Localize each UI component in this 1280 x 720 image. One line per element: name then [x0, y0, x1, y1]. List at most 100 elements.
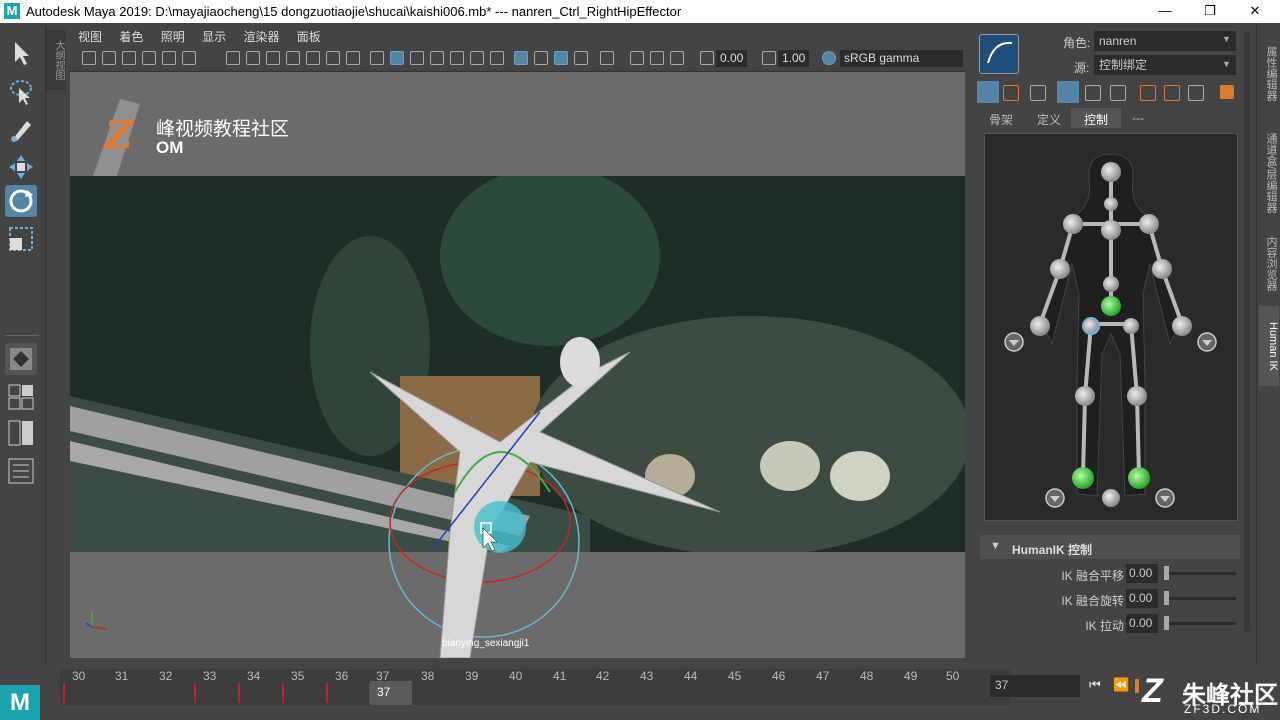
exposure-icon[interactable] — [700, 51, 714, 65]
character-select[interactable]: nanren — [1094, 31, 1236, 51]
pin-rotate-icon[interactable] — [1085, 85, 1101, 101]
depth-of-field-icon[interactable] — [650, 51, 664, 65]
shadows-icon[interactable] — [490, 51, 504, 65]
current-frame-field[interactable]: 37 — [990, 675, 1080, 697]
resolution-gate-icon[interactable] — [266, 51, 280, 65]
humanik-logo-icon[interactable] — [979, 34, 1019, 74]
image-plane-icon[interactable] — [142, 51, 156, 65]
time-slider[interactable]: M 30 31 32 33 34 35 36 37 38 39 40 41 42… — [0, 665, 1280, 720]
menu-renderer[interactable]: 渲染器 — [243, 27, 279, 47]
full-body-icon[interactable] — [977, 81, 999, 103]
tab-content-browser[interactable]: 内容浏览器 — [1259, 228, 1279, 298]
menu-lighting[interactable]: 照明 — [161, 27, 185, 47]
grease-pencil-icon[interactable] — [182, 51, 196, 65]
frame-tick: 46 — [772, 669, 786, 683]
collapse-arrow-icon[interactable]: ▼ — [990, 540, 1001, 552]
close-button[interactable]: ✕ — [1240, 2, 1270, 20]
four-view-layout-icon[interactable] — [5, 381, 37, 413]
wireframe-on-shaded-icon[interactable] — [410, 51, 424, 65]
character-rig[interactable] — [70, 72, 965, 658]
slider-handle[interactable] — [1164, 591, 1169, 605]
tab-definition[interactable]: 定义 — [1037, 111, 1061, 128]
gamma-icon[interactable] — [762, 51, 776, 65]
ik-pull-slider[interactable] — [1164, 622, 1236, 625]
tab-more[interactable]: --- — [1132, 111, 1144, 125]
humanik-character-view[interactable] — [984, 133, 1238, 521]
menu-panels[interactable]: 面板 — [297, 27, 321, 47]
gate-mask-icon[interactable] — [286, 51, 300, 65]
go-to-start-icon[interactable]: ⏮ — [1089, 677, 1101, 693]
exposure-field[interactable]: 0.00 — [716, 50, 748, 67]
tab-controls[interactable]: 控制 — [1084, 111, 1108, 128]
tab-skeleton[interactable]: 骨架 — [989, 111, 1013, 128]
safe-action-icon[interactable] — [326, 51, 340, 65]
xray-icon[interactable] — [430, 51, 444, 65]
pin-all-icon[interactable] — [1110, 85, 1126, 101]
rotate-tool-icon[interactable] — [5, 185, 37, 217]
ik-blend-translate-field[interactable]: 0.00 — [1126, 564, 1158, 583]
ik-blend-rotate-field[interactable]: 0.00 — [1126, 589, 1158, 608]
body-part-icon[interactable] — [1003, 85, 1019, 101]
tpose-icon[interactable] — [1188, 85, 1204, 101]
view-transform-select[interactable]: sRGB gamma — [840, 50, 963, 67]
tab-human-ik[interactable]: Human IK — [1259, 306, 1279, 386]
outliner-layout-icon[interactable] — [5, 455, 37, 487]
select-camera-icon[interactable] — [600, 51, 614, 65]
reset-icon[interactable] — [1164, 85, 1180, 101]
xray-active-icon[interactable] — [554, 51, 568, 65]
lights-icon[interactable] — [470, 51, 484, 65]
mirror-icon[interactable] — [1140, 85, 1156, 101]
tab-attribute-editor[interactable]: 属性编辑器 — [1259, 33, 1279, 113]
tab-channel-box[interactable]: 通道盒/层编辑器 — [1259, 118, 1279, 228]
lasso-tool-icon[interactable] — [5, 75, 37, 107]
field-chart-icon[interactable] — [306, 51, 320, 65]
stance-pose-icon[interactable] — [1220, 85, 1234, 99]
ik-pull-field[interactable]: 0.00 — [1126, 614, 1158, 633]
safe-title-icon[interactable] — [346, 51, 360, 65]
ik-blend-translate-slider[interactable] — [1164, 572, 1236, 575]
minimize-button[interactable]: — — [1150, 2, 1180, 20]
camera-icon[interactable] — [82, 51, 96, 65]
outliner-side-tab[interactable]: 大纲视图 — [46, 30, 66, 90]
gamma-field[interactable]: 1.00 — [778, 50, 810, 67]
color-management-toggle-icon[interactable] — [822, 51, 836, 65]
single-view-layout-icon[interactable] — [5, 343, 37, 375]
restore-button[interactable]: ❐ — [1195, 2, 1225, 20]
character-label: 角色: — [1063, 36, 1091, 50]
multisample-icon[interactable] — [630, 51, 644, 65]
bookmark-icon[interactable] — [122, 51, 136, 65]
perspective-viewport[interactable]: Z 峰视频教程社区 OM bianying_sexiangji1 — [70, 72, 965, 658]
isolate-select-icon[interactable] — [514, 51, 528, 65]
ik-blend-rotate-slider[interactable] — [1164, 597, 1236, 600]
humanik-panel: 角色: nanren ▼ 源: 控制绑定 ▼ 骨架 定义 控制 --- ▼ Hu… — [970, 23, 1250, 665]
menu-view[interactable]: 视图 — [78, 27, 102, 47]
pin-translate-icon[interactable] — [1057, 81, 1079, 103]
selection-mode-icon[interactable] — [1030, 85, 1046, 101]
film-gate-icon[interactable] — [246, 51, 260, 65]
slider-handle[interactable] — [1164, 616, 1169, 630]
wireframe-icon[interactable] — [370, 51, 384, 65]
timeline-track[interactable]: 30 31 32 33 34 35 36 37 38 39 40 41 42 4… — [60, 669, 1010, 705]
viewport-toolbar: 0.00 1.00 sRGB gamma — [70, 47, 965, 72]
grid-icon[interactable] — [226, 51, 240, 65]
slider-handle[interactable] — [1164, 566, 1169, 580]
paint-select-tool-icon[interactable] — [5, 113, 37, 145]
source-select[interactable]: 控制绑定 — [1094, 55, 1236, 75]
key-back-icon[interactable] — [1135, 679, 1139, 693]
camera-attributes-icon[interactable] — [102, 51, 116, 65]
select-tool-icon[interactable] — [5, 37, 37, 69]
two-view-layout-icon[interactable] — [5, 417, 37, 449]
menu-show[interactable]: 显示 — [202, 27, 226, 47]
textured-icon[interactable] — [450, 51, 464, 65]
menu-shading[interactable]: 着色 — [119, 27, 143, 47]
scale-tool-icon[interactable] — [5, 223, 37, 255]
smooth-shade-icon[interactable] — [390, 51, 404, 65]
step-back-icon[interactable]: ⏪ — [1113, 677, 1129, 693]
panel-scrollbar[interactable] — [1244, 31, 1250, 631]
xray-joints-icon[interactable] — [534, 51, 548, 65]
motion-blur-icon[interactable] — [670, 51, 684, 65]
ambient-occlusion-icon[interactable] — [574, 51, 588, 65]
two-d-pan-icon[interactable] — [162, 51, 176, 65]
window-title: Autodesk Maya 2019: D:\mayajiaocheng\15 … — [26, 4, 682, 19]
move-tool-icon[interactable] — [5, 151, 37, 183]
